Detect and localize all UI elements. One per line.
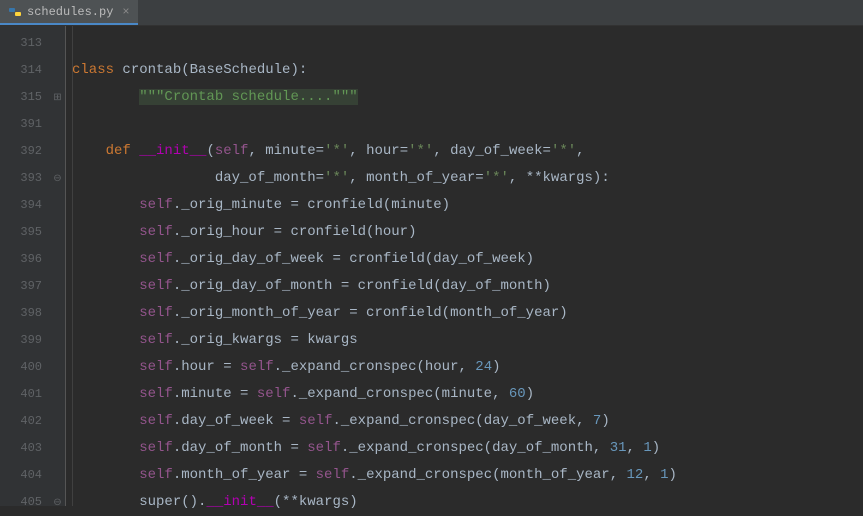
line-number: 400 [0, 354, 50, 381]
fold-marker [50, 219, 65, 246]
file-tab[interactable]: schedules.py × [0, 0, 138, 25]
fold-marker [50, 354, 65, 381]
code-line[interactable]: super().__init__(**kwargs) [72, 489, 863, 516]
code-line[interactable]: self.day_of_week = self._expand_cronspec… [72, 408, 863, 435]
code-line[interactable]: self._orig_hour = cronfield(hour) [72, 219, 863, 246]
line-number: 399 [0, 327, 50, 354]
line-number: 392 [0, 138, 50, 165]
fold-marker [50, 57, 65, 84]
code-line[interactable]: """Crontab schedule....""" [72, 84, 863, 111]
line-number: 402 [0, 408, 50, 435]
fold-marker [50, 246, 65, 273]
fold-marker [50, 300, 65, 327]
code-line[interactable]: self._orig_day_of_week = cronfield(day_o… [72, 246, 863, 273]
line-number: 396 [0, 246, 50, 273]
fold-marker [50, 30, 65, 57]
code-line[interactable]: def __init__(self, minute='*', hour='*',… [72, 138, 863, 165]
fold-marker [50, 381, 65, 408]
fold-expand-icon[interactable]: ⊞ [50, 84, 65, 111]
line-number: 395 [0, 219, 50, 246]
line-number: 315 [0, 84, 50, 111]
fold-collapse-icon[interactable]: ⊖ [50, 165, 65, 192]
code-line[interactable]: self.minute = self._expand_cronspec(minu… [72, 381, 863, 408]
code-line[interactable] [72, 30, 863, 57]
line-number: 403 [0, 435, 50, 462]
line-number: 314 [0, 57, 50, 84]
line-number: 391 [0, 111, 50, 138]
code-line[interactable]: self.hour = self._expand_cronspec(hour, … [72, 354, 863, 381]
code-line[interactable]: self._orig_month_of_year = cronfield(mon… [72, 300, 863, 327]
fold-gutter: ⊞ ⊖ ⊖ [50, 26, 66, 506]
line-number: 401 [0, 381, 50, 408]
fold-marker [50, 111, 65, 138]
code-line[interactable]: self.month_of_year = self._expand_cronsp… [72, 462, 863, 489]
line-number: 405 [0, 489, 50, 516]
code-area[interactable]: class crontab(BaseSchedule): """Crontab … [66, 26, 863, 506]
fold-marker [50, 435, 65, 462]
fold-marker [50, 273, 65, 300]
line-number: 394 [0, 192, 50, 219]
fold-marker [50, 138, 65, 165]
python-file-icon [8, 5, 22, 19]
fold-marker [50, 408, 65, 435]
tab-bar: schedules.py × [0, 0, 863, 26]
code-line[interactable]: self.day_of_month = self._expand_cronspe… [72, 435, 863, 462]
line-number: 397 [0, 273, 50, 300]
code-line[interactable]: self._orig_kwargs = kwargs [72, 327, 863, 354]
tab-filename: schedules.py [27, 5, 113, 19]
fold-marker [50, 192, 65, 219]
line-number: 398 [0, 300, 50, 327]
fold-marker [50, 327, 65, 354]
code-line[interactable]: self._orig_day_of_month = cronfield(day_… [72, 273, 863, 300]
line-number-gutter: 313 314 315 391 392 393 394 395 396 397 … [0, 26, 50, 506]
code-line[interactable] [72, 111, 863, 138]
code-line[interactable]: day_of_month='*', month_of_year='*', **k… [72, 165, 863, 192]
code-line[interactable]: self._orig_minute = cronfield(minute) [72, 192, 863, 219]
close-icon[interactable]: × [122, 5, 129, 19]
code-line[interactable]: class crontab(BaseSchedule): [72, 57, 863, 84]
line-number: 404 [0, 462, 50, 489]
line-number: 313 [0, 30, 50, 57]
code-editor[interactable]: 313 314 315 391 392 393 394 395 396 397 … [0, 26, 863, 506]
fold-marker [50, 462, 65, 489]
fold-collapse-icon[interactable]: ⊖ [50, 489, 65, 516]
line-number: 393 [0, 165, 50, 192]
